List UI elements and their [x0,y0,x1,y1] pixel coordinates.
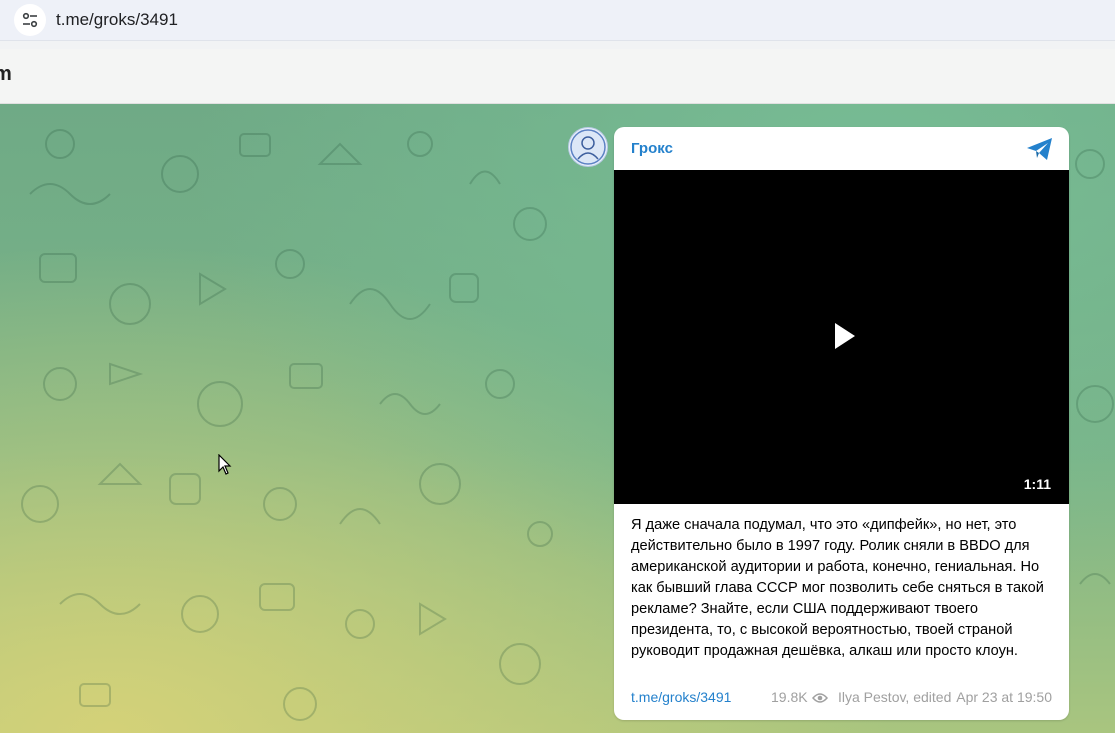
message-bubble: Грокс 1:11 Я даже сначала подумал, что э… [614,127,1069,720]
telegram-header: m [0,49,1115,104]
message-link[interactable]: t.me/groks/3491 [631,689,731,705]
view-count: 19.8K [771,689,808,705]
channel-name[interactable]: Грокс [631,140,673,157]
url-text[interactable]: t.me/groks/3491 [56,10,178,30]
message-date: Apr 23 at 19:50 [956,689,1052,705]
telegram-plane-icon[interactable] [1026,137,1054,161]
message-author: Ilya Pestov, edited [838,689,952,705]
channel-avatar[interactable] [568,127,608,167]
browser-url-bar[interactable]: t.me/groks/3491 [0,0,1115,41]
tune-icon[interactable] [14,4,46,36]
video-player[interactable]: 1:11 [614,170,1069,504]
play-icon[interactable] [833,321,857,351]
eye-icon [812,691,828,703]
message-footer: t.me/groks/3491 19.8K Ilya Pestov, edite… [631,689,1052,707]
message-text: Я даже сначала подумал, что это «дипфейк… [631,517,1044,659]
brand-text-fragment: m [0,63,12,85]
video-duration: 1:11 [1023,476,1051,492]
mouse-cursor-icon [218,453,232,475]
